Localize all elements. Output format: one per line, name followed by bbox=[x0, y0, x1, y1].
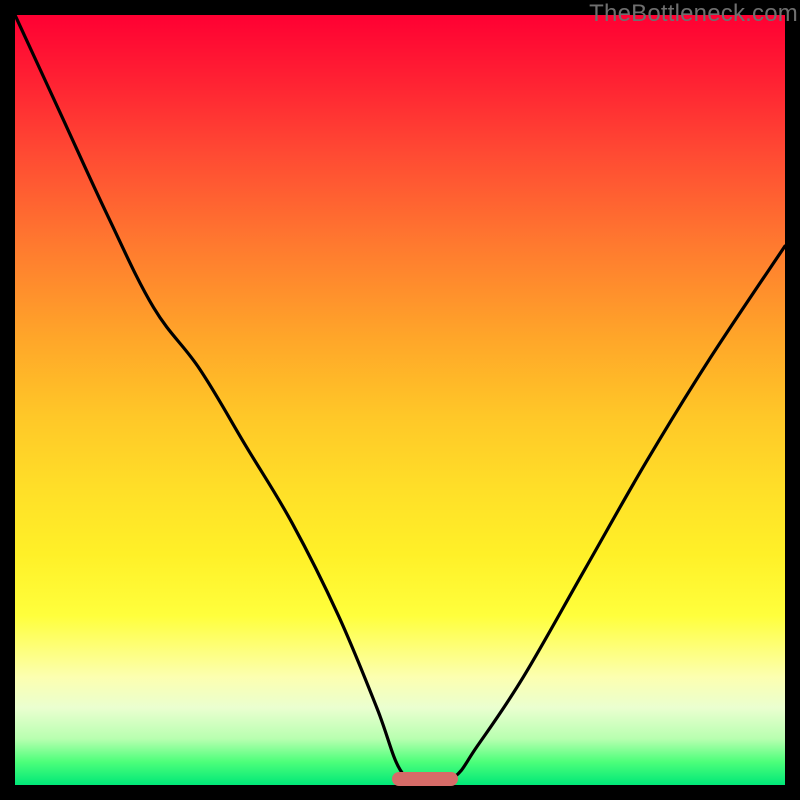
chart-frame: TheBottleneck.com bbox=[0, 0, 800, 800]
watermark-text: TheBottleneck.com bbox=[589, 0, 798, 28]
plot-area bbox=[15, 15, 785, 785]
curve-path bbox=[15, 15, 785, 785]
bottleneck-curve bbox=[15, 15, 785, 785]
bottleneck-marker bbox=[392, 772, 457, 786]
